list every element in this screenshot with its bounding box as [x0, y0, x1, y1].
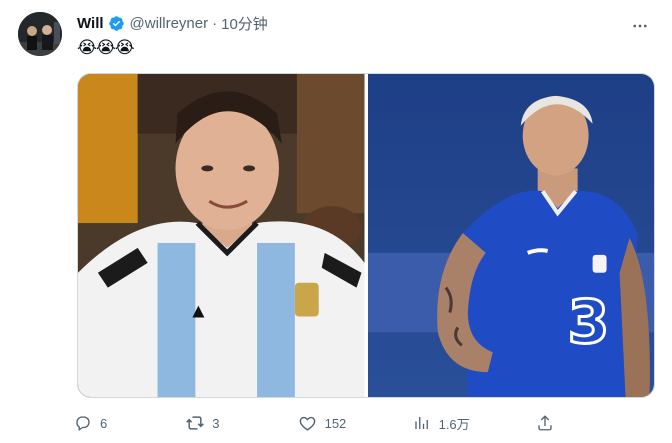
more-horizontal-icon — [633, 24, 647, 28]
retweet-icon — [180, 410, 210, 436]
media-grid: 3 — [77, 73, 655, 398]
tweet-card[interactable]: Will @willreyner · 10分钟 😭😭😭 3 6 3 152 1.… — [0, 0, 672, 443]
media-photo-right[interactable]: 3 — [367, 74, 654, 397]
share-upload-icon — [530, 410, 560, 436]
media-photo-left[interactable] — [78, 74, 365, 397]
more-options-button[interactable] — [628, 14, 652, 38]
views-chart-icon — [407, 410, 437, 436]
tweet-header: Will @willreyner · 10分钟 — [77, 12, 268, 34]
author-handle[interactable]: @willreyner — [130, 15, 209, 32]
retweet-count: 3 — [212, 415, 220, 431]
views-button[interactable]: 1.6万 — [407, 410, 470, 436]
heart-icon — [293, 410, 323, 436]
views-count: 1.6万 — [438, 416, 470, 432]
tweet-actions-bar: 6 3 152 1.6万 — [68, 410, 560, 436]
retweet-button[interactable]: 3 — [180, 410, 232, 436]
reply-button[interactable]: 6 — [68, 410, 120, 436]
like-button[interactable]: 152 — [293, 410, 347, 436]
photo-argentina-player-icon — [78, 74, 365, 397]
share-button[interactable] — [530, 410, 560, 436]
like-count: 152 — [324, 415, 347, 431]
photo-chelsea-player-icon: 3 — [367, 74, 654, 397]
reply-icon — [68, 410, 98, 436]
avatar[interactable] — [18, 12, 62, 56]
reply-count: 6 — [100, 415, 108, 431]
verified-badge-icon — [108, 15, 125, 32]
author-display-name[interactable]: Will — [77, 15, 104, 32]
tweet-text: 😭😭😭 — [77, 38, 135, 58]
svg-text:3: 3 — [567, 288, 609, 357]
timestamp[interactable]: 10分钟 — [221, 13, 268, 34]
separator-dot: · — [212, 14, 218, 32]
